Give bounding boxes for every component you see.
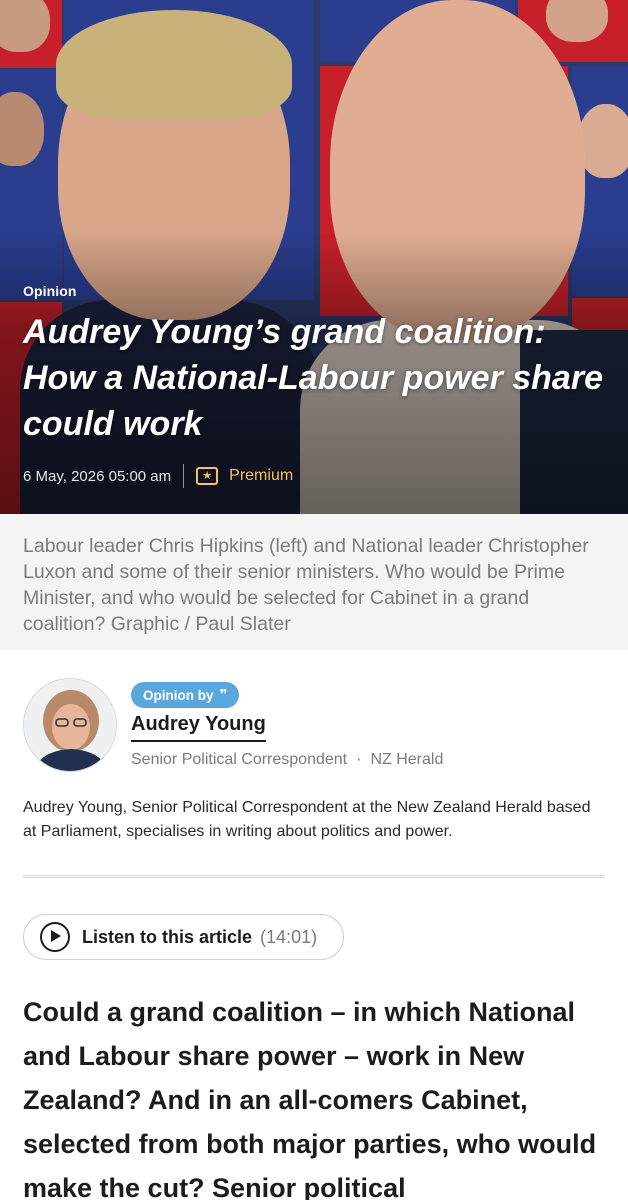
role-separator: · xyxy=(356,751,362,768)
author-photo xyxy=(24,679,116,771)
listen-button[interactable]: Listen to this article (14:01) xyxy=(23,914,344,960)
premium-label: Premium xyxy=(229,467,294,484)
author-role: Senior Political Correspondent xyxy=(131,751,348,768)
opinion-by-badge[interactable]: Opinion by ❞ xyxy=(131,682,240,708)
hipkins-hair xyxy=(56,10,292,120)
article-lead: Could a grand coalition – in which Natio… xyxy=(23,997,597,1200)
quote-icon: ❞ xyxy=(219,687,228,702)
author-avatar[interactable] xyxy=(23,678,117,772)
minister-portrait xyxy=(578,104,628,178)
article-meta: 6 May, 2026 05:00 am ★ Premium xyxy=(23,463,608,489)
publish-date: 6 May, 2026 05:00 am xyxy=(23,467,172,485)
hero-image: Opinion Audrey Young’s grand coalition: … xyxy=(0,0,628,514)
author-role-row: Senior Political Correspondent · NZ Hera… xyxy=(131,751,443,769)
minister-portrait xyxy=(546,0,608,42)
opinion-label[interactable]: Opinion xyxy=(23,283,608,299)
author-name-link[interactable]: Audrey Young xyxy=(131,713,266,742)
listen-duration: (14:01) xyxy=(260,926,318,947)
star-icon: ★ xyxy=(196,467,219,485)
section-divider xyxy=(23,875,605,878)
author-outlet: NZ Herald xyxy=(370,751,444,768)
opinion-by-label: Opinion by xyxy=(143,687,214,703)
play-icon xyxy=(40,922,70,952)
author-bio: Audrey Young, Senior Political Correspon… xyxy=(23,799,591,840)
hero-text: Opinion Audrey Young’s grand coalition: … xyxy=(23,283,608,489)
image-caption: Labour leader Chris Hipkins (left) and N… xyxy=(0,514,628,650)
listen-label: Listen to this article xyxy=(82,926,253,947)
meta-divider xyxy=(183,464,185,488)
article-headline: Audrey Young’s grand coalition: How a Na… xyxy=(23,313,603,443)
author-block: Opinion by ❞ Audrey Young Senior Politic… xyxy=(0,650,628,772)
